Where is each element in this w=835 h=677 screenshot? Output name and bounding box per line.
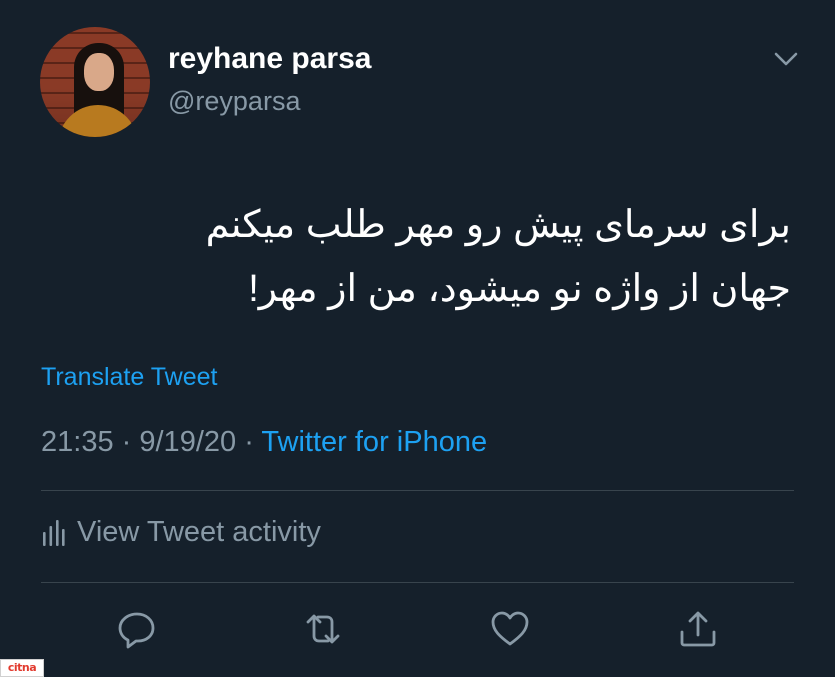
like-icon[interactable] <box>489 608 531 650</box>
tweet-text-line: برای سرمای پیش رو مهر طلب میکنم <box>205 204 791 246</box>
translate-tweet-link[interactable]: Translate Tweet <box>41 363 217 392</box>
avatar-face <box>84 53 114 91</box>
avatar-coat <box>58 105 138 137</box>
share-icon[interactable] <box>677 608 719 650</box>
chevron-down-icon[interactable] <box>772 48 800 70</box>
tweet-date: 9/19/20 <box>139 426 237 458</box>
retweet-icon[interactable] <box>302 608 344 650</box>
view-activity-button[interactable]: View Tweet activity <box>41 516 321 552</box>
author-handle[interactable]: @reyparsa <box>168 86 300 117</box>
author-name[interactable]: reyhane parsa <box>168 42 371 76</box>
tweet-meta: 21:35 · 9/19/20 · Twitter for iPhone <box>41 426 487 459</box>
tweet-time: 21:35 <box>41 426 114 458</box>
tweet-card: reyhane parsa @reyparsa برای سرمای پیش ر… <box>0 0 835 677</box>
divider <box>41 490 794 491</box>
avatar[interactable] <box>40 27 150 137</box>
meta-separator: · <box>121 426 132 458</box>
divider <box>41 582 794 583</box>
tweet-source-link[interactable]: Twitter for iPhone <box>261 426 487 458</box>
tweet-text: برای سرمای پیش رو مهر طلب میکنم جهان از … <box>91 193 791 321</box>
tweet-text-line: جهان از واژه نو میشود، من از مهر! <box>248 268 791 310</box>
watermark-logo: citna <box>0 659 44 677</box>
bar-chart-icon <box>43 520 65 547</box>
meta-separator: · <box>244 426 254 458</box>
view-activity-label: View Tweet activity <box>77 516 321 548</box>
reply-icon[interactable] <box>116 608 158 650</box>
